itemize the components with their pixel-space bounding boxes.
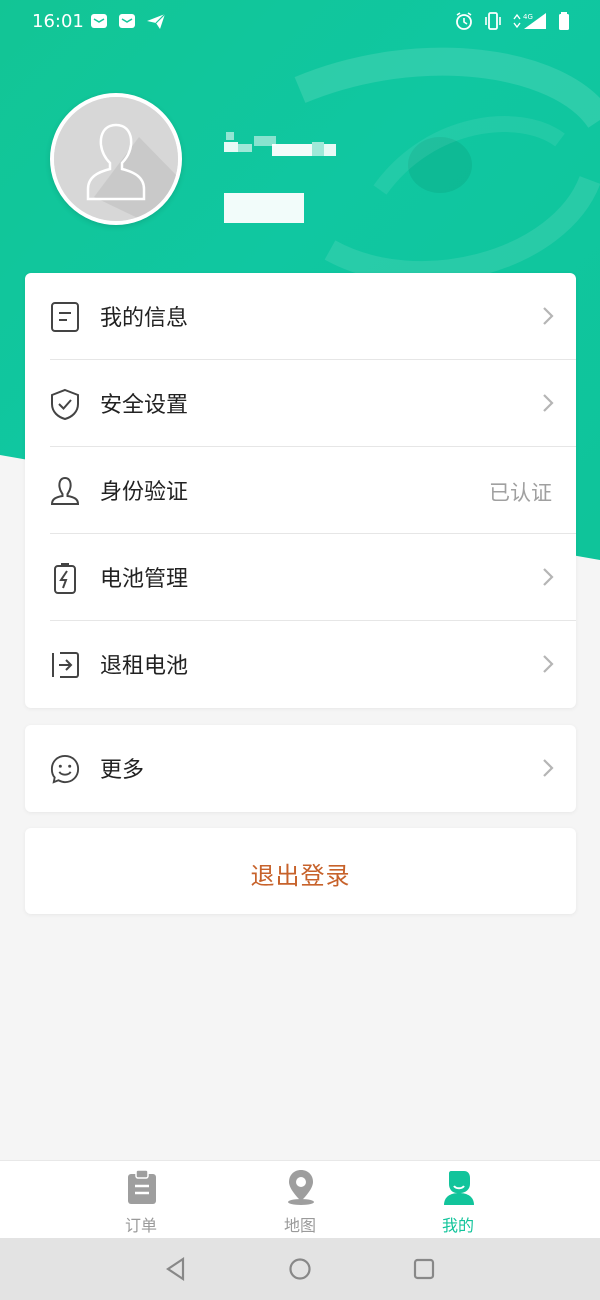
- clipboard-icon: [128, 1169, 156, 1204]
- tab-map[interactable]: 地图: [250, 1161, 350, 1239]
- user-icon: [444, 1171, 474, 1205]
- shield-check-icon: [51, 388, 79, 420]
- logout-label: 退出登录: [250, 862, 351, 890]
- recents-icon[interactable]: [411, 1256, 437, 1282]
- menu-card: 我的信息 安全设置 身份验证 已认证 电池管理 退租电池: [25, 273, 576, 708]
- menu-item-label: 安全设置: [100, 393, 189, 418]
- more-card: 更多: [25, 725, 576, 812]
- verification-status: 已认证: [489, 481, 552, 505]
- smile-icon: [50, 754, 80, 784]
- back-icon[interactable]: [163, 1256, 189, 1282]
- mail-icon: [91, 14, 107, 28]
- system-nav-bar: [0, 1238, 600, 1300]
- username-blurred: [224, 132, 336, 156]
- phone-number-blurred: [224, 193, 304, 223]
- menu-item-identity[interactable]: 身份验证 已认证: [25, 447, 576, 534]
- menu-item-my-info[interactable]: 我的信息: [25, 273, 576, 360]
- tab-label: 我的: [441, 1216, 474, 1235]
- exit-icon: [52, 652, 79, 678]
- home-icon[interactable]: [287, 1256, 313, 1282]
- signal-icon: 4G: [513, 13, 546, 29]
- menu-item-label: 退租电池: [100, 654, 189, 679]
- tab-orders[interactable]: 订单: [91, 1161, 191, 1239]
- bottom-tab-bar: 订单 地图 我的: [0, 1160, 600, 1239]
- location-pin-icon: [288, 1170, 314, 1205]
- status-time: 16:01: [32, 11, 84, 32]
- alarm-icon: [456, 12, 472, 30]
- chevron-right-icon: [543, 307, 554, 325]
- chevron-right-icon: [543, 655, 554, 673]
- chevron-right-icon: [543, 759, 554, 777]
- tab-label: 订单: [124, 1216, 157, 1235]
- mail-icon: [119, 14, 135, 28]
- tab-mine[interactable]: 我的: [408, 1161, 508, 1239]
- logout-button[interactable]: 退出登录: [25, 828, 576, 914]
- svg-text:4G: 4G: [523, 13, 533, 21]
- menu-item-security[interactable]: 安全设置: [25, 360, 576, 447]
- battery-charge-icon: [54, 563, 76, 594]
- menu-item-label: 更多: [100, 758, 145, 783]
- menu-item-more[interactable]: 更多: [25, 725, 576, 812]
- menu-item-label: 身份验证: [100, 480, 189, 505]
- avatar[interactable]: [50, 93, 182, 225]
- menu-item-label: 电池管理: [100, 567, 189, 592]
- document-icon: [51, 302, 79, 332]
- send-icon: [147, 13, 166, 29]
- chevron-right-icon: [543, 568, 554, 586]
- menu-item-label: 我的信息: [100, 306, 189, 331]
- tab-label: 地图: [283, 1216, 316, 1235]
- default-avatar-icon: [54, 97, 178, 221]
- status-bar: 16:01 4G: [0, 0, 600, 44]
- chevron-right-icon: [543, 394, 554, 412]
- vibrate-icon: [485, 12, 501, 30]
- menu-item-return-battery[interactable]: 退租电池: [25, 621, 576, 708]
- battery-icon: [559, 12, 569, 30]
- menu-item-battery-management[interactable]: 电池管理: [25, 534, 576, 621]
- person-icon: [50, 476, 80, 505]
